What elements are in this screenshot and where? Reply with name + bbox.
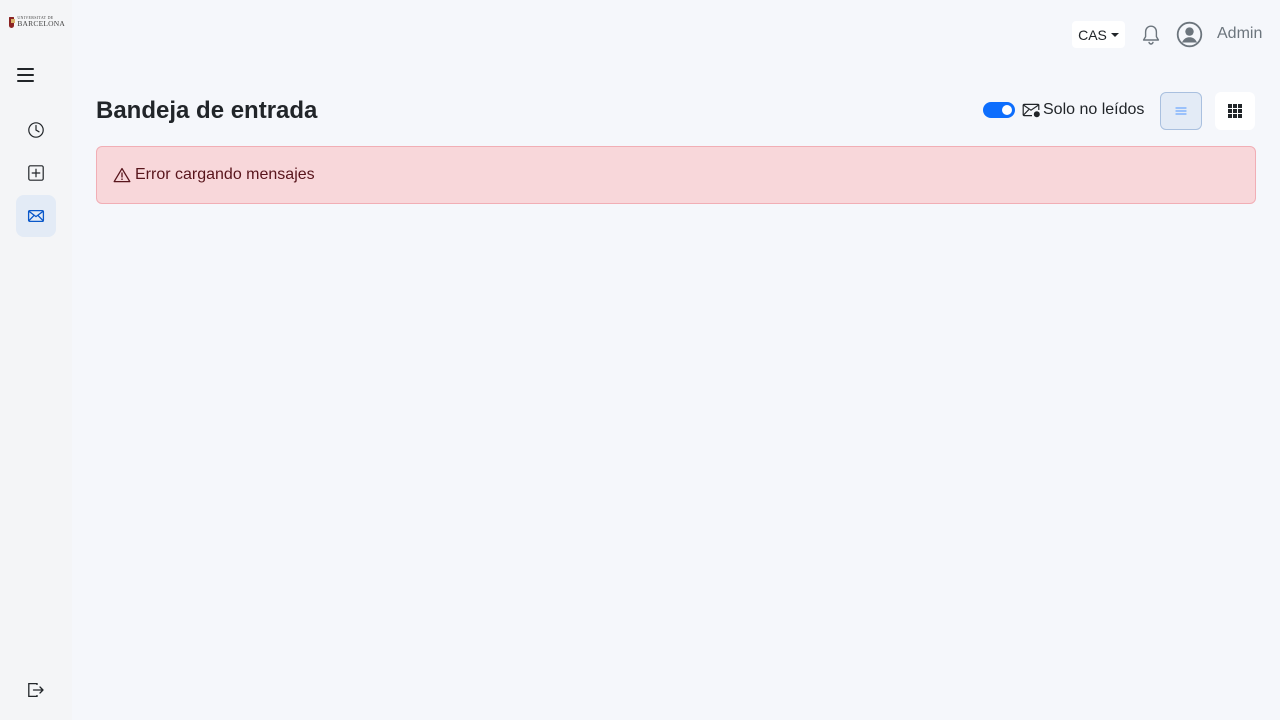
grid-icon	[1228, 104, 1242, 118]
sidebar-item-inbox[interactable]	[16, 195, 56, 237]
list-icon	[1175, 107, 1187, 115]
logout-button[interactable]	[26, 681, 46, 699]
language-label: CAS	[1078, 26, 1107, 43]
university-logo[interactable]: UNIVERSITAT DE BARCELONA	[9, 14, 65, 30]
plus-square-icon	[28, 165, 44, 181]
envelope-icon	[27, 209, 45, 223]
menu-toggle-button[interactable]	[16, 65, 36, 85]
shield-icon	[9, 16, 16, 28]
error-message: Error cargando mensajes	[135, 166, 315, 183]
sidebar: UNIVERSITAT DE BARCELONA	[0, 0, 72, 720]
logout-icon	[28, 682, 44, 698]
page-title: Bandeja de entrada	[96, 97, 318, 124]
unread-only-toggle[interactable]	[983, 102, 1015, 118]
user-avatar-icon[interactable]	[1176, 21, 1203, 48]
chevron-down-icon	[1110, 32, 1119, 37]
clock-icon	[28, 122, 44, 138]
warning-icon	[113, 167, 131, 183]
logo-line-2: BARCELONA	[17, 19, 65, 29]
bell-icon[interactable]	[1141, 24, 1161, 46]
list-view-button[interactable]	[1160, 92, 1202, 130]
grid-view-button[interactable]	[1215, 92, 1255, 130]
sidebar-item-history[interactable]	[16, 109, 56, 151]
unread-only-label[interactable]: Solo no leídos	[1043, 101, 1144, 119]
language-selector[interactable]: CAS	[1072, 21, 1125, 48]
error-alert: Error cargando mensajes	[96, 146, 1256, 204]
sidebar-item-new[interactable]	[16, 152, 56, 194]
envelope-dot-icon	[1022, 103, 1040, 118]
user-name[interactable]: Admin	[1217, 25, 1262, 43]
